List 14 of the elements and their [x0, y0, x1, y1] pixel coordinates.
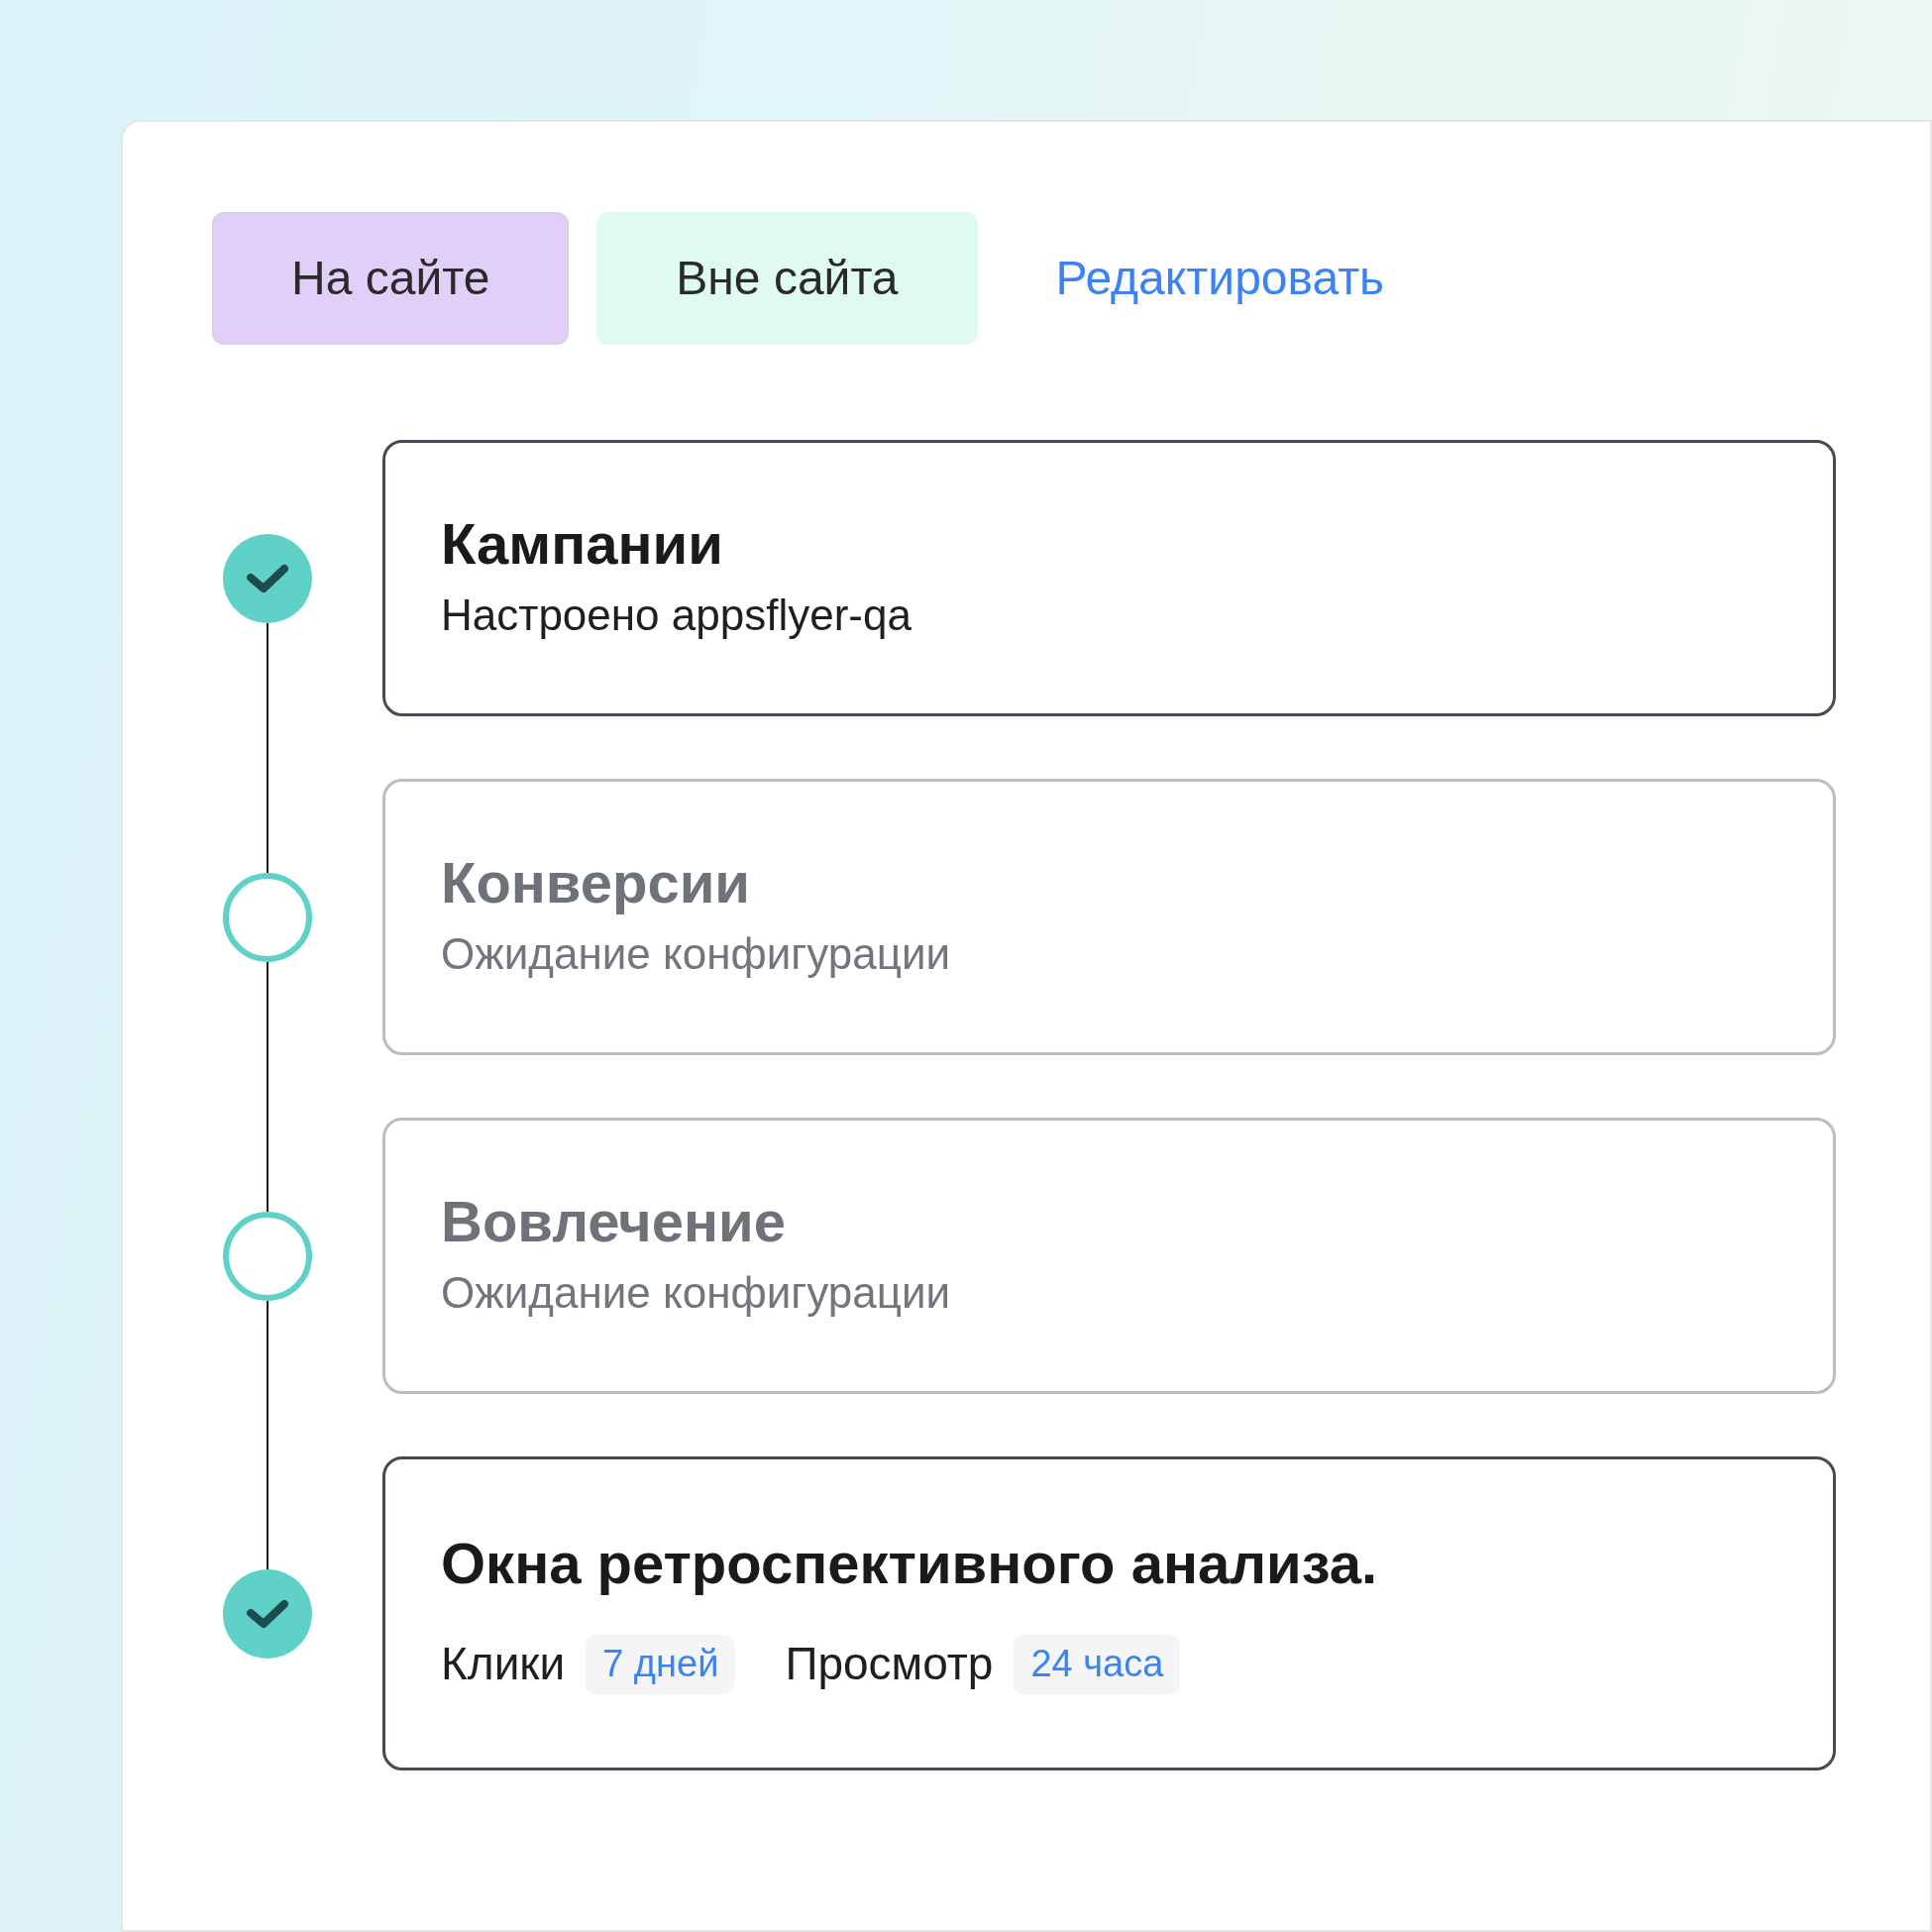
- duration-badge: 7 дней: [586, 1634, 736, 1694]
- step-title: Конверсии: [441, 849, 750, 916]
- tab[interactable]: Вне сайта: [596, 212, 978, 345]
- step-status: Настроено appsflyer-qa: [441, 590, 912, 641]
- duration-badge: 24 часа: [1014, 1634, 1181, 1694]
- window-label: Просмотр: [785, 1637, 994, 1691]
- edit-link[interactable]: Редактировать: [1055, 243, 1385, 314]
- step-status: Ожидание конфигурации: [441, 928, 951, 980]
- step-title: Окна ретроспективного анализа.: [441, 1530, 1378, 1597]
- step-title: Вовлечение: [441, 1188, 786, 1255]
- window-label: Клики: [441, 1637, 566, 1691]
- tab[interactable]: На сайте: [212, 212, 570, 345]
- step-title: Кампании: [441, 510, 723, 578]
- step-status: Ожидание конфигурации: [441, 1267, 951, 1319]
